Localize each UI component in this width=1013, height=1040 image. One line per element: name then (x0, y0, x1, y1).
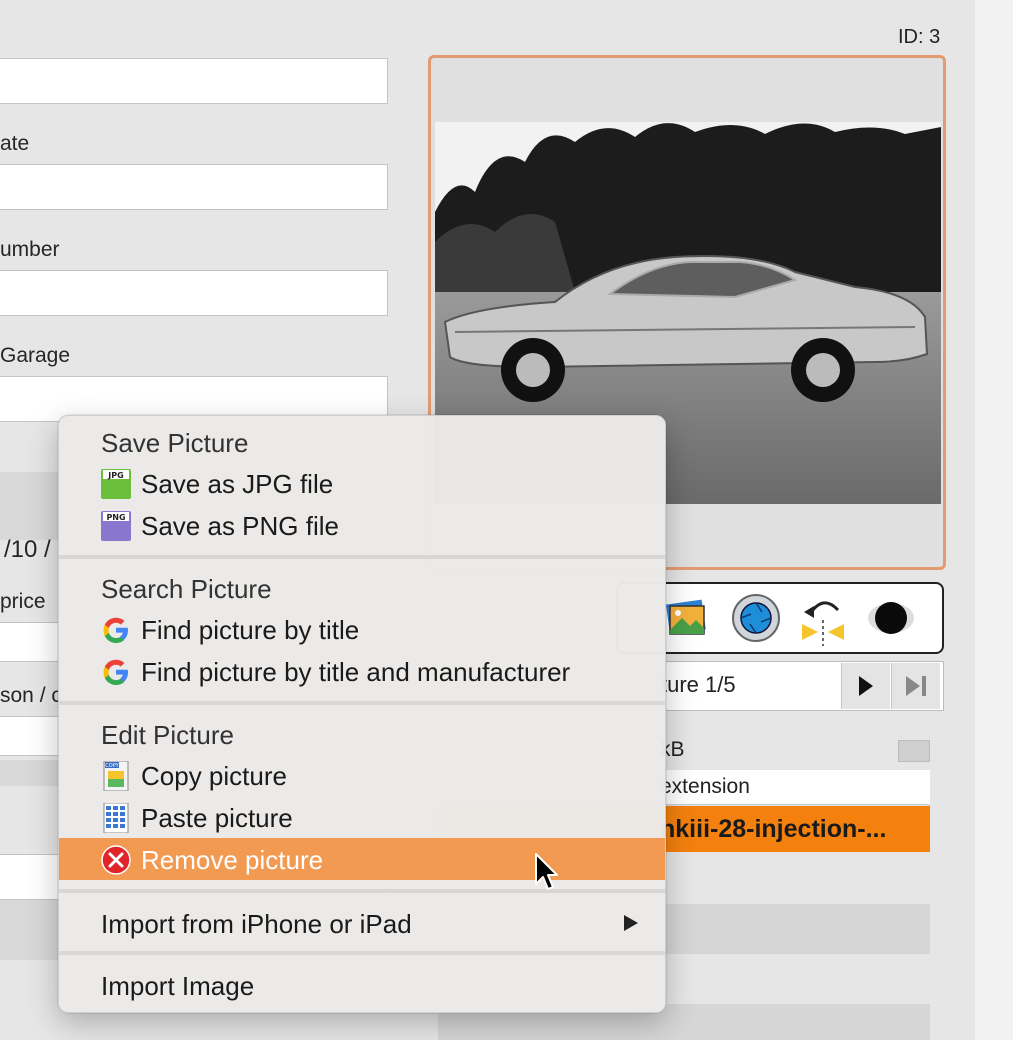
remove-x-icon (101, 845, 131, 875)
menu-header-save: Save Picture (101, 428, 249, 458)
menu-item-import-image[interactable]: Import Image (59, 964, 665, 1006)
menu-separator (59, 889, 665, 893)
flip-rotate-icon[interactable] (796, 592, 850, 646)
menu-header-edit: Edit Picture (101, 720, 234, 750)
svg-text:PNG: PNG (106, 513, 125, 522)
menu-separator (59, 951, 665, 955)
menu-item-save-jpg[interactable]: JPG Save as JPG file (59, 462, 665, 504)
menu-item-find-by-title[interactable]: Find picture by title (59, 608, 665, 650)
column-header-extension: extension (660, 775, 750, 798)
number-field[interactable] (0, 270, 388, 316)
menu-item-label: Paste picture (141, 803, 293, 833)
paste-grid-icon (101, 802, 131, 834)
menu-item-label: Find picture by title (141, 615, 360, 645)
label-reason: son / c (0, 684, 62, 707)
submenu-arrow-icon (624, 915, 638, 931)
camera-aperture-icon[interactable] (730, 592, 782, 644)
menu-item-label: Copy picture (141, 761, 287, 791)
text-field-1[interactable] (0, 58, 388, 104)
label-number: umber (0, 238, 60, 261)
table-cell-filename: nkiii-28-injection-... (660, 815, 887, 843)
google-icon (101, 615, 131, 645)
menu-separator (59, 701, 665, 705)
menu-item-find-by-title-manufacturer[interactable]: Find picture by title and manufacturer (59, 650, 665, 692)
label-garage: Garage (0, 344, 71, 367)
menu-item-label: Import from iPhone or iPad (101, 909, 412, 939)
context-menu: Save Picture JPG Save as JPG file PNG Sa… (58, 415, 666, 1013)
jpg-file-icon: JPG (101, 469, 131, 499)
menu-item-remove-picture[interactable]: Remove picture (59, 838, 665, 880)
label-date: ate (0, 132, 30, 155)
next-picture-button[interactable] (841, 663, 890, 709)
menu-item-paste-picture[interactable]: Paste picture (59, 796, 665, 838)
menu-item-import-iphone[interactable]: Import from iPhone or iPad (59, 902, 665, 944)
rating-text: /10 / (4, 536, 51, 563)
play-icon (859, 676, 873, 696)
last-picture-button[interactable] (891, 663, 940, 709)
menu-item-label: Save as JPG file (141, 469, 334, 499)
google-icon (101, 657, 131, 687)
menu-item-save-png[interactable]: PNG Save as PNG file (59, 504, 665, 546)
menu-item-label: Import Image (101, 971, 255, 1001)
svg-text:JPG: JPG (107, 471, 123, 480)
menu-item-label: Find picture by title and manufacturer (141, 657, 571, 687)
svg-text:COPY: COPY (105, 763, 119, 769)
skip-end-icon (906, 676, 926, 696)
scrollbar-track[interactable] (975, 0, 1013, 1040)
menu-separator (59, 555, 665, 559)
png-file-icon: PNG (101, 511, 131, 541)
menu-item-label: Save as PNG file (141, 511, 339, 541)
picture-counter: ture 1/5 (661, 672, 736, 697)
copy-icon: COPY (101, 760, 131, 792)
mouse-pointer-icon (535, 853, 558, 890)
menu-header-search: Search Picture (101, 574, 272, 604)
eye-icon[interactable] (866, 596, 916, 640)
info-toggle[interactable] (898, 740, 930, 762)
menu-item-copy-picture[interactable]: COPY Copy picture (59, 754, 665, 796)
date-field[interactable] (0, 164, 388, 210)
label-price: price (0, 590, 46, 613)
menu-item-label: Remove picture (141, 845, 324, 875)
photo-library-icon[interactable] (664, 596, 708, 640)
record-id: ID: 3 (898, 26, 941, 48)
